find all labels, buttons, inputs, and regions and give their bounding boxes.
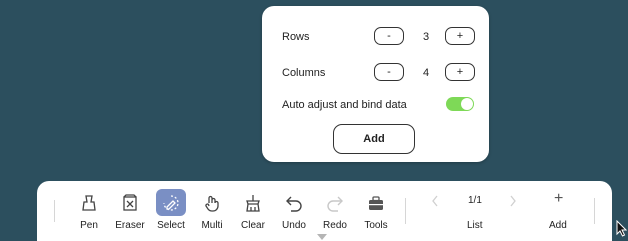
undo-icon [279,189,309,216]
popup-caret [317,234,327,240]
add-page-button[interactable]: Add [549,220,567,231]
mouse-cursor-icon [616,220,627,237]
multi-touch-icon [197,189,227,216]
toolbox-icon [361,189,391,216]
next-page-icon[interactable] [508,194,518,208]
add-page-plus-icon[interactable]: + [554,190,563,208]
rows-increment-button[interactable]: + [445,27,475,45]
toolbar-divider [405,198,406,224]
page-indicator: 1/1 [468,195,482,206]
rows-decrement-button[interactable]: - [374,27,404,45]
pen-icon [74,189,104,216]
select-icon [156,189,186,216]
tool-clear[interactable]: Clear [233,187,273,235]
clear-icon [238,189,268,216]
tool-select[interactable]: Select [151,187,191,235]
bottom-toolbar: Pen Eraser Select Multi Clear Undo Redo … [37,181,612,241]
rows-label: Rows [282,31,310,43]
toolbar-divider [54,200,55,222]
auto-adjust-label: Auto adjust and bind data [282,99,407,111]
tool-multi[interactable]: Multi [192,187,232,235]
tool-redo[interactable]: Redo [315,187,355,235]
redo-icon [320,189,350,216]
table-settings-popup: Rows - 3 + Columns - 4 + Auto adjust and… [262,6,489,162]
auto-adjust-toggle[interactable] [446,97,474,111]
columns-label: Columns [282,67,326,79]
rows-value: 3 [422,31,430,43]
prev-page-icon[interactable] [430,194,440,208]
columns-value: 4 [422,67,430,79]
eraser-icon [115,189,145,216]
tool-label: Tools [364,220,388,231]
tool-eraser[interactable]: Eraser [110,187,150,235]
toolbar-divider [594,198,595,224]
tool-pen[interactable]: Pen [69,187,109,235]
add-table-button[interactable]: Add [333,124,415,154]
toggle-knob [461,98,473,110]
page-list-button[interactable]: List [467,220,483,231]
columns-decrement-button[interactable]: - [374,63,404,81]
tool-undo[interactable]: Undo [274,187,314,235]
tool-tools[interactable]: Tools [356,187,396,235]
columns-increment-button[interactable]: + [445,63,475,81]
